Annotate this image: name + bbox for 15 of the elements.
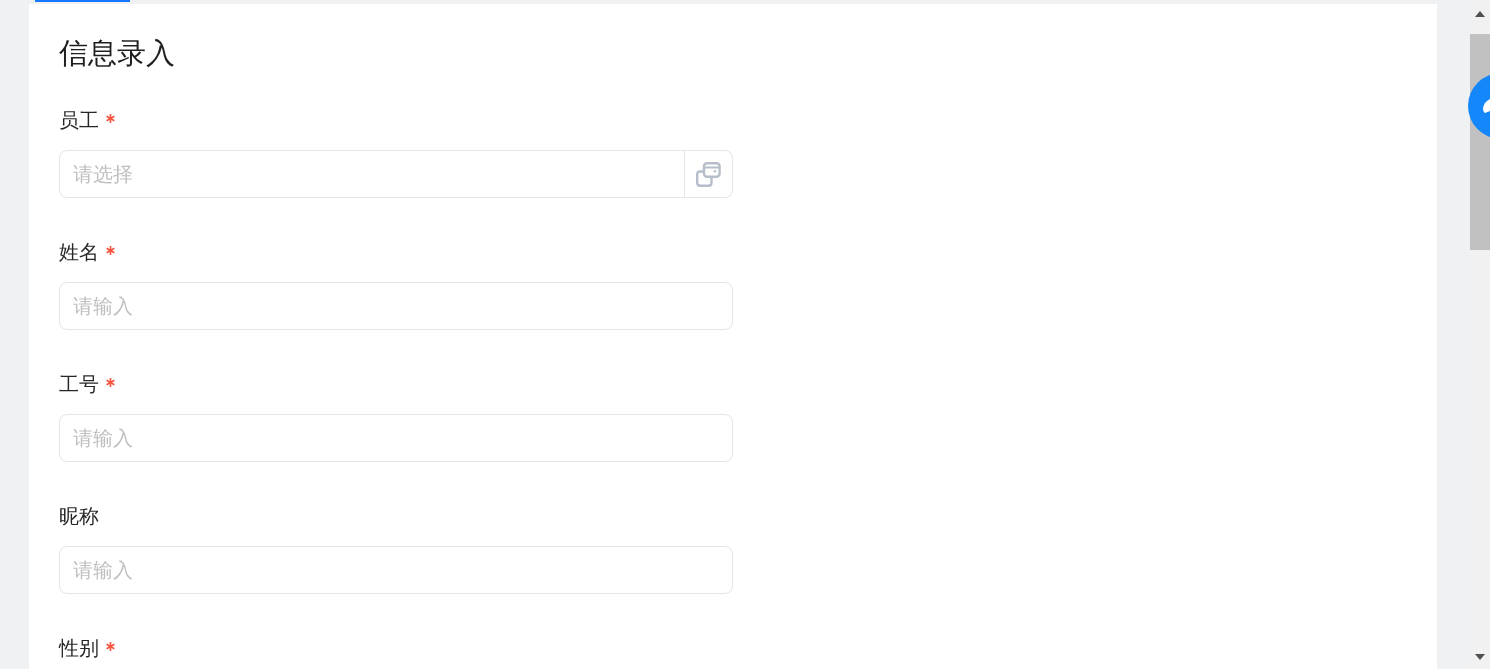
form-title: 信息录入	[59, 36, 175, 71]
text-input-field[interactable]: 请输入	[59, 414, 733, 462]
employee-select-field[interactable]: 请选择	[59, 150, 685, 198]
field-label: 昵称	[59, 504, 99, 529]
floating-action-button[interactable]	[1468, 73, 1490, 139]
text-input-field[interactable]: 请输入	[59, 546, 733, 594]
field-label: 姓名	[59, 240, 99, 265]
overlapping-squares-icon	[696, 161, 721, 187]
field-label: 工号	[59, 372, 99, 397]
text-input-field[interactable]: 请输入	[59, 282, 733, 330]
scroll-up-arrow-icon[interactable]	[1475, 11, 1485, 17]
select-picker-button[interactable]	[685, 150, 733, 198]
scroll-down-arrow-icon[interactable]	[1475, 654, 1485, 660]
field-label: 员工	[59, 108, 99, 133]
field-label: 性别	[59, 636, 99, 661]
